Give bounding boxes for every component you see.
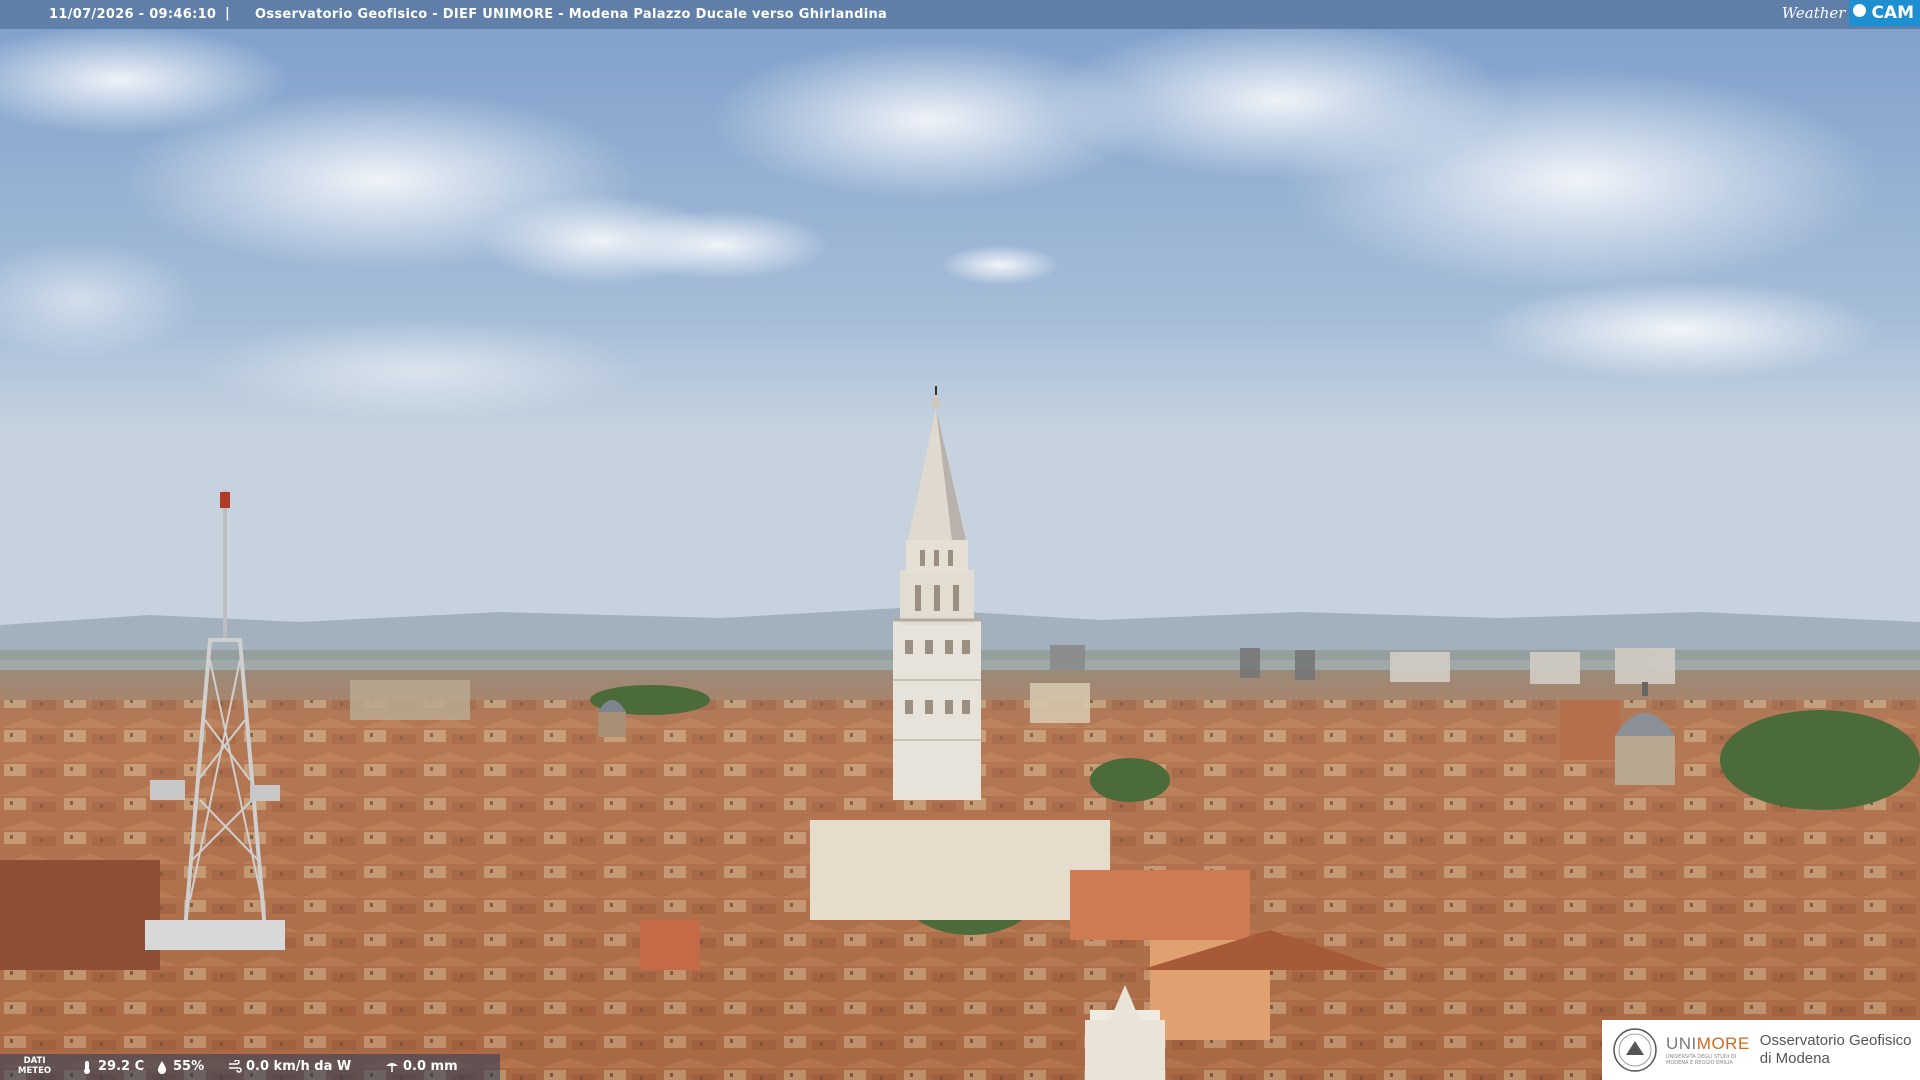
- caption-separator: |: [225, 6, 230, 21]
- weathercam-logo-dot: [1853, 4, 1867, 17]
- humidity-reading: 55%: [155, 1059, 204, 1074]
- weather-data-label: DATI METEO: [18, 1056, 51, 1076]
- thermometer-icon: [84, 1060, 90, 1074]
- wind-value: 0.0 km/h da W: [246, 1059, 352, 1074]
- weathercam-logo-cam-text: CAM: [1871, 3, 1914, 23]
- wind-reading: 0.0 km/h da W: [228, 1059, 351, 1074]
- camera-title: Osservatorio Geofisico - DIEF UNIMORE - …: [255, 7, 888, 22]
- university-seal-icon: [1613, 1028, 1657, 1072]
- unimore-name: UNIMORE: [1666, 1034, 1750, 1054]
- weather-data-label-line2: METEO: [18, 1066, 52, 1076]
- weather-data-label-line1: DATI: [23, 1056, 46, 1066]
- unimore-wordmark: UNIMORE UNIVERSITÀ DEGLI STUDI DI MODENA…: [1666, 1034, 1750, 1066]
- webcam-image: [0, 0, 1920, 1080]
- caption-bar: 11/07/2026 - 09:46:10 | Osservatorio Geo…: [0, 0, 1920, 29]
- unimore-name-more: MORE: [1696, 1034, 1750, 1053]
- humidity-value: 55%: [173, 1059, 205, 1074]
- observatory-name-line2: di Modena: [1759, 1050, 1830, 1067]
- unimore-name-uni: UNI: [1666, 1034, 1697, 1053]
- observatory-name-line1: Osservatorio Geofisico: [1759, 1032, 1912, 1049]
- drop-icon: [158, 1060, 166, 1074]
- unimore-logo: UNIMORE UNIVERSITÀ DEGLI STUDI DI MODENA…: [1602, 1020, 1920, 1080]
- weathercam-logo-cam: CAM: [1849, 0, 1920, 26]
- unimore-subtitle-2: MODENA E REGGIO EMILIA: [1666, 1060, 1733, 1066]
- rain-icon: [386, 1062, 398, 1072]
- weathercam-logo: Weather CAM: [1782, 0, 1920, 26]
- rain-value: 0.0 mm: [403, 1059, 458, 1074]
- observatory-name: Osservatorio Geofisico di Modena: [1760, 1032, 1912, 1068]
- rain-reading: 0.0 mm: [385, 1059, 458, 1074]
- weather-data-bar: DATI METEO 29.2 C 55% 0.0 km/h da W 0.0 …: [0, 1054, 500, 1080]
- temperature-value: 29.2 C: [98, 1059, 145, 1074]
- temperature-reading: 29.2 C: [80, 1059, 144, 1074]
- weathercam-logo-weather: Weather: [1781, 4, 1846, 22]
- wind-icon: [229, 1059, 242, 1073]
- capture-datetime: 11/07/2026 - 09:46:10: [49, 7, 217, 22]
